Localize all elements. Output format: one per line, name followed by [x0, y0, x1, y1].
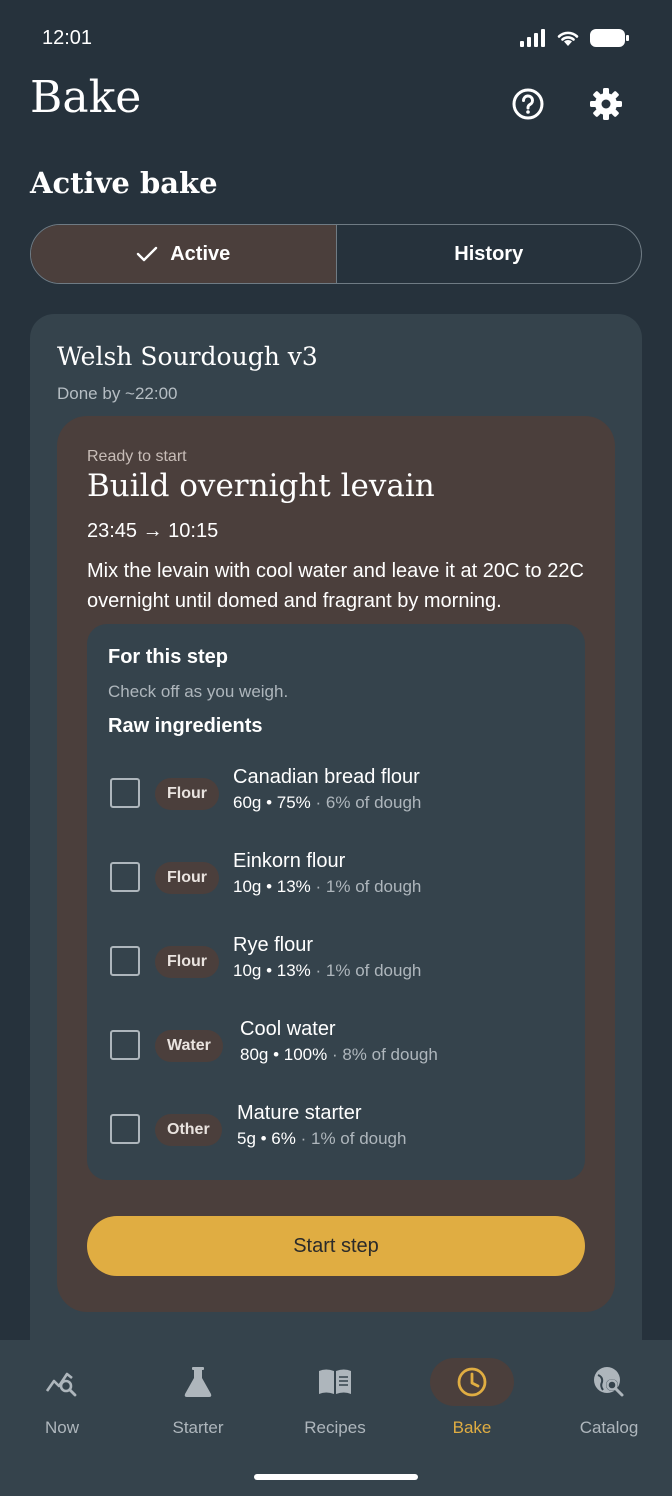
bake-segmented-control: Active History	[30, 224, 642, 284]
bottom-nav: Now Starter Recipes Bake Catalog	[0, 1340, 672, 1496]
ingredient-meta: 80g • 100% · 8% of dough	[240, 1045, 438, 1065]
recipe-name: Welsh Sourdough v3	[57, 342, 318, 371]
step-description: Mix the levain with cool water and leave…	[87, 560, 584, 612]
clock-icon	[457, 1367, 487, 1397]
ingredient-name: Mature starter	[237, 1102, 362, 1124]
page-title: Bake	[30, 72, 142, 123]
ingredient-amount: 10g • 13%	[233, 961, 311, 980]
category-chip: Flour	[155, 778, 219, 810]
ingredient-amount: 60g • 75%	[233, 793, 311, 812]
nav-item-bake[interactable]: Bake	[412, 1358, 532, 1438]
nav-item-starter[interactable]: Starter	[138, 1358, 258, 1438]
help-circle-icon	[512, 88, 544, 120]
ingredient-name: Einkorn flour	[233, 850, 346, 872]
ingredient-meta: 5g • 6% · 1% of dough	[237, 1129, 406, 1149]
ingredients-box: For this step Check off as you weigh. Ra…	[87, 624, 585, 1180]
category-chip: Flour	[155, 946, 219, 978]
signal-icon	[520, 29, 545, 47]
ingredient-row: Other Mature starter 5g • 6% · 1% of dou…	[108, 1102, 568, 1162]
tab-active[interactable]: Active	[31, 225, 337, 283]
tab-history-label: History	[454, 242, 524, 265]
ingredient-checkbox[interactable]	[110, 1114, 140, 1144]
ingredient-amount: 80g • 100%	[240, 1045, 328, 1064]
ingredient-share: · 1% of dough	[310, 877, 422, 896]
ingredients-box-hint: Check off as you weigh.	[108, 682, 289, 701]
nav-item-catalog[interactable]: Catalog	[549, 1358, 669, 1438]
globe-search-icon	[594, 1367, 624, 1397]
step-title: Build overnight levain	[87, 468, 435, 504]
chart-search-icon	[45, 1372, 77, 1397]
ingredient-name: Canadian bread flour	[233, 766, 420, 788]
ingredient-share: · 8% of dough	[327, 1045, 438, 1064]
ingredient-checkbox[interactable]	[110, 1030, 140, 1060]
category-chip: Water	[155, 1030, 223, 1062]
ingredient-checkbox[interactable]	[110, 946, 140, 976]
ingredient-share: · 6% of dough	[310, 793, 422, 812]
status-icons	[520, 28, 630, 48]
step-time-range: 23:45 → 10:15	[87, 520, 219, 542]
ingredient-amount: 10g • 13%	[233, 877, 311, 896]
category-chip: Flour	[155, 862, 219, 894]
active-bake-card: Welsh Sourdough v3 Done by ~22:00 Ready …	[30, 314, 642, 1374]
gear-icon	[590, 88, 622, 120]
done-by-text: Done by ~22:00	[57, 384, 178, 403]
tab-history[interactable]: History	[337, 225, 642, 283]
ingredient-row: Flour Rye flour 10g • 13% · 1% of dough	[108, 934, 568, 994]
step-status: Ready to start	[87, 448, 187, 465]
help-button[interactable]	[508, 84, 548, 124]
status-bar: 12:01	[0, 0, 672, 80]
step-card: Ready to start Build overnight levain 23…	[57, 416, 615, 1312]
ingredient-amount: 5g • 6%	[237, 1129, 296, 1148]
home-indicator	[254, 1474, 418, 1480]
ingredient-meta: 10g • 13% · 1% of dough	[233, 877, 421, 897]
settings-button[interactable]	[586, 84, 626, 124]
ingredient-name: Rye flour	[233, 934, 314, 956]
ingredient-meta: 60g • 75% · 6% of dough	[233, 793, 421, 813]
ingredient-row: Flour Einkorn flour 10g • 13% · 1% of do…	[108, 850, 568, 910]
ingredient-name: Cool water	[240, 1018, 336, 1040]
ingredient-row: Flour Canadian bread flour 60g • 75% · 6…	[108, 766, 568, 826]
nav-label: Bake	[452, 1418, 492, 1437]
flask-icon	[184, 1367, 212, 1397]
status-time: 12:01	[42, 27, 93, 49]
ingredients-box-subtitle: Raw ingredients	[108, 715, 263, 737]
book-icon	[319, 1369, 351, 1394]
nav-item-recipes[interactable]: Recipes	[275, 1358, 395, 1438]
section-title: Active bake	[30, 166, 218, 200]
wifi-icon	[557, 31, 579, 46]
nav-item-now[interactable]: Now	[2, 1358, 122, 1438]
tab-active-label: Active	[170, 242, 231, 265]
category-chip: Other	[155, 1114, 222, 1146]
ingredient-share: · 1% of dough	[295, 1129, 407, 1148]
battery-icon	[590, 29, 629, 47]
check-icon	[137, 246, 158, 262]
nav-label: Catalog	[579, 1418, 639, 1437]
nav-label: Recipes	[304, 1418, 366, 1437]
nav-label: Starter	[172, 1418, 224, 1437]
ingredient-meta: 10g • 13% · 1% of dough	[233, 961, 421, 981]
ingredient-row: Water Cool water 80g • 100% · 8% of doug…	[108, 1018, 568, 1078]
nav-label: Now	[44, 1418, 79, 1437]
ingredient-checkbox[interactable]	[110, 778, 140, 808]
ingredient-checkbox[interactable]	[110, 862, 140, 892]
start-step-button[interactable]: Start step	[87, 1216, 585, 1276]
ingredients-box-title: For this step	[108, 646, 229, 668]
ingredient-share: · 1% of dough	[310, 961, 422, 980]
